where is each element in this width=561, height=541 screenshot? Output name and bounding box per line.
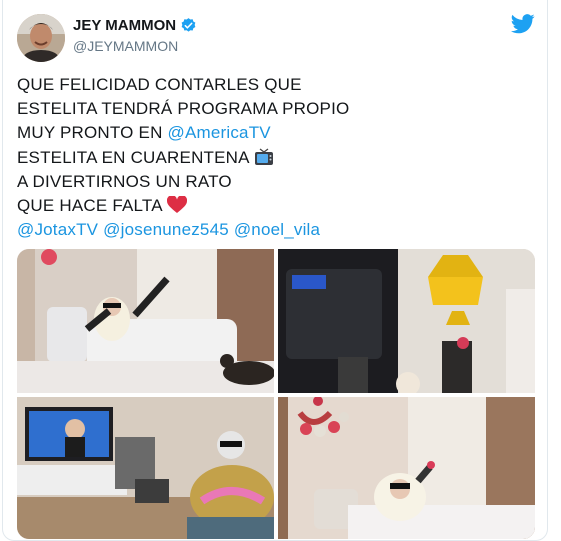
mention-jotaxtv-link[interactable]: @JotaxTV (17, 220, 98, 239)
mention-noel-vila-link[interactable]: @noel_vila (234, 220, 320, 239)
tweet-card: JEY MAMMON @JEYMAMMON QUE FELICIDAD CONT… (2, 0, 548, 541)
photo-4-bed-flowers[interactable] (278, 397, 535, 539)
red-heart-emoji-icon (166, 195, 187, 213)
tv-emoji-icon (254, 148, 273, 165)
tweet-line-3: MUY PRONTO EN @AmericaTV (17, 121, 349, 145)
photo-3-video-call[interactable] (17, 397, 274, 539)
author-avatar[interactable] (17, 14, 65, 62)
author-handle[interactable]: @JEYMAMMON (73, 38, 178, 54)
tweet-line-1: QUE FELICIDAD CONTARLES QUE (17, 75, 302, 94)
tweet-line-6: QUE HACE FALTA (17, 194, 349, 218)
tweet-line-3-text: MUY PRONTO EN (17, 123, 168, 143)
author-display-name[interactable]: JEY MAMMON (73, 17, 197, 34)
photo-1-bed-cat[interactable] (17, 249, 274, 393)
media-grid (17, 249, 535, 539)
verified-badge-icon (181, 18, 196, 32)
tweet-text: QUE FELICIDAD CONTARLES QUE ESTELITA TEN… (17, 73, 349, 242)
mention-josenunez545-link[interactable]: @josenunez545 (103, 220, 229, 239)
tweet-line-7: @JotaxTV @josenunez545 @noel_vila (17, 218, 349, 242)
display-name-text: JEY MAMMON (73, 17, 177, 34)
mention-americatv-link[interactable]: @AmericaTV (167, 123, 270, 142)
tweet-line-4: ESTELITA EN CUARENTENA (17, 146, 349, 170)
photo-2-studio-light[interactable] (278, 249, 535, 393)
twitter-bird-icon[interactable] (511, 14, 535, 34)
tweet-line-5: A DIVERTIRNOS UN RATO (17, 171, 232, 191)
tweet-line-6-text: QUE HACE FALTA (17, 195, 163, 215)
tweet-line-2: ESTELITA TENDRÁ PROGRAMA PROPIO (17, 99, 350, 119)
tweet-line-4-text: ESTELITA EN CUARENTENA (17, 147, 250, 167)
